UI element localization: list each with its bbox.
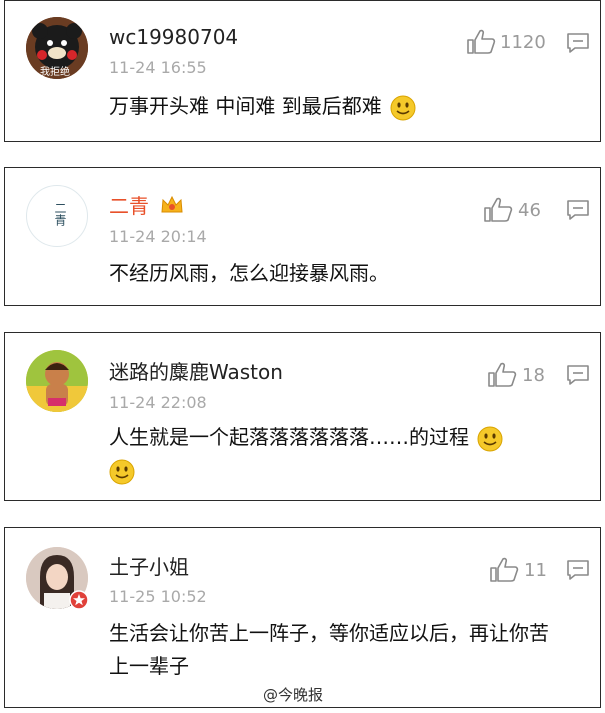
thumbs-up-icon[interactable] xyxy=(483,197,513,223)
like-count: 11 xyxy=(524,560,547,581)
like-count: 1120 xyxy=(500,32,546,53)
comment-card: 迷路的麋鹿Waston 11-24 22:08 18 人生就是一个起落落落落落落… xyxy=(4,332,601,501)
like-count: 18 xyxy=(522,365,545,386)
comment-text: 人生就是一个起落落落落落落……的过程 xyxy=(109,421,570,487)
comment-text-content: 万事开头难 中间难 到最后都难 xyxy=(109,94,382,118)
comment-text: 不经历风雨，怎么迎接暴风雨。 xyxy=(109,257,570,290)
comment-text-content: 人生就是一个起落落落落落落……的过程 xyxy=(109,425,469,449)
timestamp: 11-24 22:08 xyxy=(109,393,207,412)
timestamp: 11-24 20:14 xyxy=(109,227,207,246)
reply-icon[interactable] xyxy=(566,559,590,581)
avatar[interactable]: 我拒绝 xyxy=(26,17,88,79)
reply-icon[interactable] xyxy=(566,199,590,221)
thumbs-up-icon[interactable] xyxy=(487,362,517,388)
thumbs-up-icon[interactable] xyxy=(466,29,496,55)
verified-badge-icon xyxy=(69,590,89,610)
smile-emoji-icon xyxy=(109,459,135,484)
smile-emoji-icon xyxy=(477,426,503,451)
avatar[interactable] xyxy=(26,350,88,412)
comment-text-content: 不经历风雨，怎么迎接暴风雨。 xyxy=(109,261,389,285)
smile-emoji-icon xyxy=(390,95,416,120)
avatar-caption: 二青 xyxy=(53,202,67,226)
reply-icon[interactable] xyxy=(566,32,590,54)
thumbs-up-icon[interactable] xyxy=(489,557,519,583)
comment-text: 万事开头难 中间难 到最后都难 xyxy=(109,90,570,123)
comment-card: 二青 二青 11-24 20:14 46 不经历风雨，怎么迎接暴风雨。 xyxy=(4,167,601,306)
comment-card: 土子小姐 11-25 10:52 11 生活会让你苦上一阵子，等你适应以后，再让… xyxy=(4,527,601,708)
username[interactable]: 迷路的麋鹿Waston xyxy=(109,360,283,384)
crown-icon xyxy=(161,195,183,213)
avatar[interactable]: 二青 xyxy=(26,185,88,247)
cartoon-avatar-icon xyxy=(26,350,88,412)
avatar-caption: 我拒绝 xyxy=(40,67,70,78)
timestamp: 11-24 16:55 xyxy=(109,58,207,77)
watermark: @今晚报 xyxy=(263,686,324,704)
reply-icon[interactable] xyxy=(566,364,590,386)
username[interactable]: 二青 xyxy=(109,194,149,218)
comment-text-content: 生活会让你苦上一阵子，等你适应以后，再让你苦上一辈子 xyxy=(109,621,549,678)
comment-text: 生活会让你苦上一阵子，等你适应以后，再让你苦上一辈子 xyxy=(109,617,564,683)
comment-card: 我拒绝 wc19980704 11-24 16:55 1120 万事开头难 中间… xyxy=(4,0,601,142)
timestamp: 11-25 10:52 xyxy=(109,587,207,606)
like-count: 46 xyxy=(518,200,541,221)
username[interactable]: wc19980704 xyxy=(109,25,238,49)
username[interactable]: 土子小姐 xyxy=(109,555,189,579)
